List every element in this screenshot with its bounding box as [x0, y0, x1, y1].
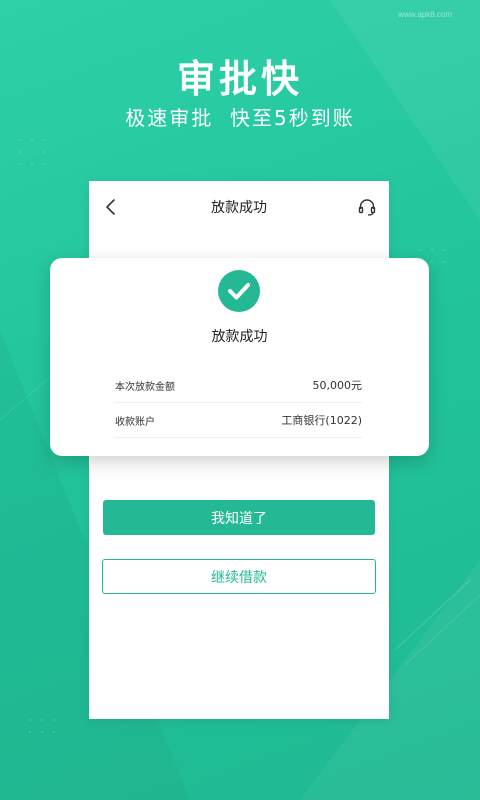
- detail-label: 收款账户: [115, 416, 155, 428]
- promo-headline: 审批快: [176, 57, 303, 101]
- screen-title: 放款成功: [211, 200, 267, 216]
- got-it-button[interactable]: 我知道了: [103, 500, 375, 535]
- result-card: 放款成功 本次放款金额 50,000元 收款账户 工商银行(1022): [50, 258, 429, 456]
- headset-icon[interactable]: [357, 197, 377, 217]
- continue-borrowing-button[interactable]: 继续借款: [102, 559, 376, 594]
- result-title: 放款成功: [211, 329, 268, 345]
- promo-subline: 极速审批 快至5秒到账: [125, 106, 355, 130]
- check-circle-icon: [218, 270, 260, 312]
- chevron-left-icon[interactable]: [101, 197, 121, 217]
- watermark: www.apk8.com: [398, 10, 452, 19]
- detail-value: 工商银行(1022): [281, 414, 362, 427]
- detail-value: 50,000元: [312, 379, 363, 392]
- detail-row-account: 收款账户 工商银行(1022): [115, 403, 362, 438]
- screen-header: 放款成功: [89, 181, 389, 233]
- detail-row-amount: 本次放款金额 50,000元: [115, 368, 362, 403]
- detail-label: 本次放款金额: [115, 381, 175, 393]
